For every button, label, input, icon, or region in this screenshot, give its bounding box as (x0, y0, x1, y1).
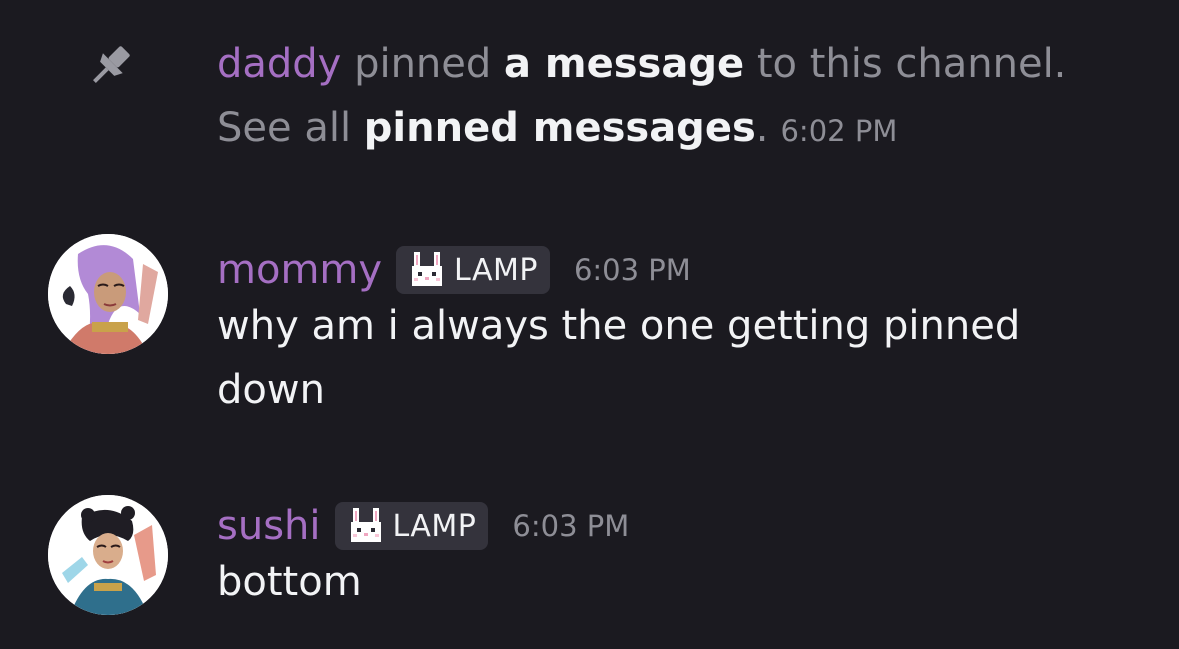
message-timestamp: 6:03 PM (512, 509, 630, 543)
author-username[interactable]: mommy (217, 247, 382, 293)
role-label: LAMP (392, 508, 477, 544)
message-item: sushi LAMP 6:03 PM bottom (0, 495, 1179, 620)
role-tag[interactable]: LAMP (396, 246, 550, 294)
message-timestamp: 6:03 PM (573, 253, 691, 287)
avatar[interactable] (48, 234, 168, 354)
channel-text: to this channel. (744, 41, 1067, 87)
avatar[interactable] (48, 495, 168, 615)
sentence-period: . (755, 105, 769, 151)
see-all-text: See all (217, 105, 364, 151)
role-label: LAMP (454, 252, 538, 288)
pinner-username[interactable]: daddy (217, 41, 341, 87)
message-header: sushi LAMP 6:03 PM (217, 500, 629, 552)
message-header: mommy LAMP 6:03 PM (217, 244, 691, 296)
system-pin-message: daddy pinned a message to this channel. … (0, 28, 1179, 158)
author-username[interactable]: sushi (217, 503, 321, 549)
bunny-icon (412, 252, 443, 286)
pinned-message-link[interactable]: a message (504, 41, 744, 87)
message-text: why am i always the one getting pinned d… (217, 303, 1021, 413)
message-text: bottom (217, 559, 362, 605)
pinned-messages-link[interactable]: pinned messages (364, 105, 756, 151)
system-message-text: daddy pinned a message to this channel. … (217, 32, 1157, 163)
bunny-icon (350, 508, 381, 542)
message-item: mommy LAMP 6:03 PM why am i always the o… (0, 234, 1179, 414)
role-tag[interactable]: LAMP (334, 502, 489, 550)
pinned-verb: pinned (341, 41, 504, 87)
pin-icon (84, 40, 136, 92)
chat-window: daddy pinned a message to this channel. … (0, 0, 1179, 649)
system-timestamp: 6:02 PM (780, 114, 898, 148)
